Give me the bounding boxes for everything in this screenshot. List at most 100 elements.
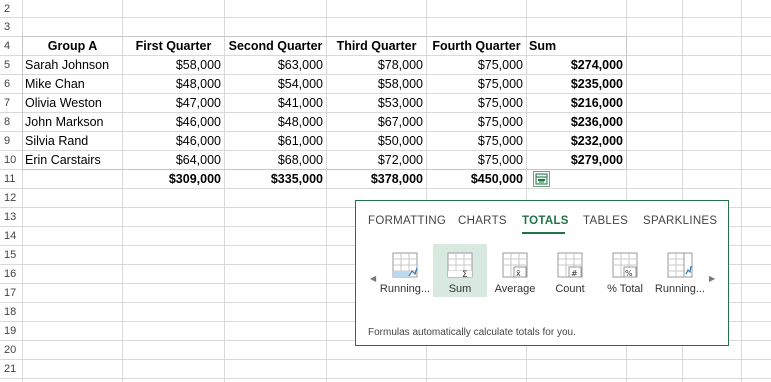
row-number[interactable]: 19 (0, 322, 20, 340)
table-cell[interactable]: $64,000 (122, 151, 225, 170)
worksheet[interactable]: 2 3 4 5 6 7 8 9 10 11 12 13 14 15 16 17 … (0, 0, 771, 382)
table-cell[interactable]: $46,000 (122, 113, 225, 132)
row-number[interactable]: 8 (0, 113, 20, 131)
row-number[interactable]: 17 (0, 284, 20, 302)
svg-text:%: % (625, 269, 633, 278)
table-cell[interactable]: $48,000 (224, 113, 327, 132)
table-cell[interactable]: $75,000 (426, 113, 527, 132)
total-cell-q1[interactable]: $309,000 (122, 170, 225, 189)
totals-item-average[interactable]: x̄ Average (488, 244, 542, 297)
header-cell-q3[interactable]: Third Quarter (326, 37, 427, 56)
table-cell[interactable]: $75,000 (426, 151, 527, 170)
row-number[interactable]: 5 (0, 56, 20, 74)
table-cell[interactable]: $75,000 (426, 56, 527, 75)
total-cell-q4[interactable]: $450,000 (426, 170, 527, 189)
quick-analysis-tabs: FORMATTING CHARTS TOTALS TABLES SPARKLIN… (356, 215, 728, 234)
scroll-right-arrow-icon[interactable]: ▶ (709, 274, 715, 283)
table-cell[interactable]: $63,000 (224, 56, 327, 75)
row-number[interactable]: 18 (0, 303, 20, 321)
gridline (0, 359, 771, 360)
average-icon: x̄ (502, 252, 528, 278)
row-number[interactable]: 4 (0, 37, 20, 55)
table-cell[interactable]: $48,000 (122, 75, 225, 94)
row-number[interactable]: 10 (0, 151, 20, 169)
table-cell-name[interactable]: Mike Chan (22, 75, 123, 94)
table-cell-name[interactable]: Silvia Rand (22, 132, 123, 151)
row-number[interactable]: 9 (0, 132, 20, 150)
table-cell[interactable]: $41,000 (224, 94, 327, 113)
table-cell[interactable]: $75,000 (426, 132, 527, 151)
header-cell-q1[interactable]: First Quarter (122, 37, 225, 56)
table-cell[interactable]: $75,000 (426, 94, 527, 113)
running-total-rows-icon (392, 252, 418, 278)
table-cell[interactable]: $61,000 (224, 132, 327, 151)
quick-analysis-icon (535, 173, 548, 185)
svg-text:x̄: x̄ (516, 269, 521, 278)
tab-sparklines[interactable]: SPARKLINES (643, 215, 717, 227)
totals-item-sum[interactable]: Σ Sum (433, 244, 487, 297)
row-number[interactable]: 6 (0, 75, 20, 93)
table-cell[interactable]: $58,000 (326, 75, 427, 94)
table-cell[interactable]: $53,000 (326, 94, 427, 113)
table-cell[interactable]: $47,000 (122, 94, 225, 113)
quick-analysis-description: Formulas automatically calculate totals … (368, 327, 576, 338)
row-number[interactable]: 11 (0, 170, 20, 188)
gridline (0, 17, 771, 18)
row-number[interactable]: 13 (0, 208, 20, 226)
table-cell[interactable]: $78,000 (326, 56, 427, 75)
gridline (0, 378, 771, 379)
scroll-left-arrow-icon[interactable]: ◀ (370, 274, 376, 283)
table-cell[interactable]: $50,000 (326, 132, 427, 151)
table-cell-sum[interactable]: $279,000 (526, 151, 627, 170)
active-tab-indicator (522, 232, 565, 234)
table-cell[interactable]: $46,000 (122, 132, 225, 151)
table-cell[interactable]: $75,000 (426, 75, 527, 94)
totals-item-percent-total[interactable]: % % Total (598, 244, 652, 297)
header-cell-sum[interactable]: Sum (526, 37, 627, 56)
count-icon: # (557, 252, 583, 278)
total-cell-q2[interactable]: $335,000 (224, 170, 327, 189)
row-number[interactable]: 15 (0, 246, 20, 264)
svg-text:Σ: Σ (462, 270, 468, 278)
table-cell-name[interactable]: Sarah Johnson (22, 56, 123, 75)
svg-text:#: # (571, 269, 578, 278)
table-cell[interactable]: $68,000 (224, 151, 327, 170)
totals-item-running-columns[interactable]: Running... (653, 244, 707, 297)
table-cell[interactable]: $72,000 (326, 151, 427, 170)
sum-icon: Σ (447, 252, 473, 278)
header-cell-q2[interactable]: Second Quarter (224, 37, 327, 56)
table-cell[interactable]: $54,000 (224, 75, 327, 94)
table-cell-name[interactable]: Olivia Weston (22, 94, 123, 113)
table-cell[interactable]: $58,000 (122, 56, 225, 75)
table-cell[interactable]: $67,000 (326, 113, 427, 132)
table-cell-sum[interactable]: $235,000 (526, 75, 627, 94)
total-cell-q3[interactable]: $378,000 (326, 170, 427, 189)
table-cell-sum[interactable]: $216,000 (526, 94, 627, 113)
percent-total-icon: % (612, 252, 638, 278)
table-cell-sum[interactable]: $236,000 (526, 113, 627, 132)
table-cell-sum[interactable]: $232,000 (526, 132, 627, 151)
row-number[interactable]: 20 (0, 341, 20, 359)
quick-analysis-panel: FORMATTING CHARTS TOTALS TABLES SPARKLIN… (355, 200, 729, 346)
totals-item-running-rows[interactable]: Running... (378, 244, 432, 297)
table-cell-name[interactable]: John Markson (22, 113, 123, 132)
tab-formatting[interactable]: FORMATTING (368, 215, 446, 227)
row-number[interactable]: 7 (0, 94, 20, 112)
totals-item-label: Running... (654, 283, 706, 295)
tab-tables[interactable]: TABLES (583, 215, 628, 227)
row-number[interactable]: 21 (0, 360, 20, 378)
row-number[interactable]: 14 (0, 227, 20, 245)
row-number[interactable]: 12 (0, 189, 20, 207)
header-cell-group[interactable]: Group A (22, 37, 123, 56)
running-total-columns-icon (667, 252, 693, 278)
tab-charts[interactable]: CHARTS (458, 215, 507, 227)
totals-item-count[interactable]: # Count (543, 244, 597, 297)
table-cell-name[interactable]: Erin Carstairs (22, 151, 123, 170)
table-cell-sum[interactable]: $274,000 (526, 56, 627, 75)
quick-analysis-button[interactable] (533, 171, 550, 187)
row-number[interactable]: 16 (0, 265, 20, 283)
row-number[interactable]: 3 (0, 18, 20, 36)
tab-totals[interactable]: TOTALS (522, 215, 569, 227)
header-cell-q4[interactable]: Fourth Quarter (426, 37, 527, 56)
row-number[interactable]: 2 (0, 0, 20, 18)
